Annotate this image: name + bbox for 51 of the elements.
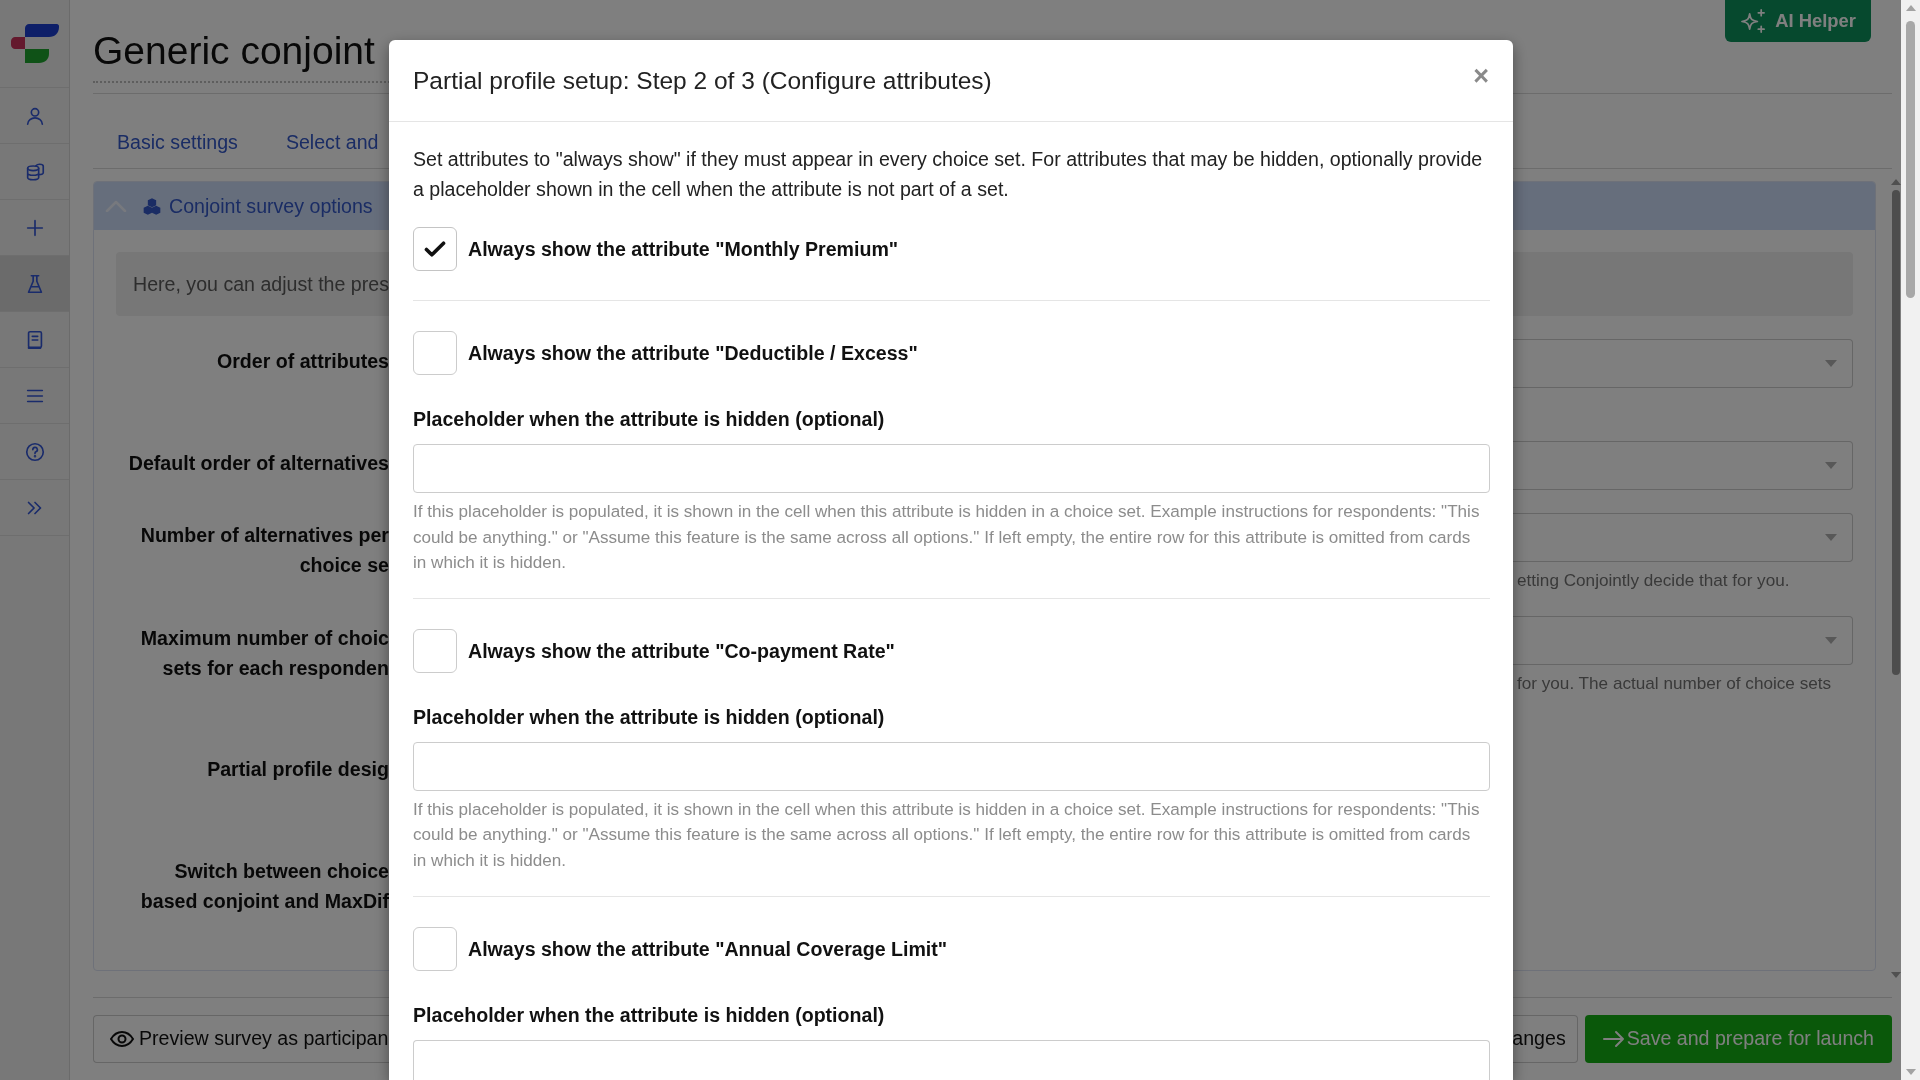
eye-icon (110, 1031, 134, 1047)
placeholder-input[interactable] (413, 444, 1490, 493)
help-text: If this placeholder is populated, it is shown in the cell when this attribute is hidden in a choice set. Example instructions for respondents: "This could be anything." or "Assume this feature is the same across all options." If left empty, the entire row for this attribute is omitted from cards in which it is hidden. (413, 501, 1481, 575)
ai-helper-button[interactable]: AI Helper (1725, 0, 1871, 42)
setting-label: Order of attributes (217, 349, 389, 374)
checkbox[interactable] (413, 227, 457, 271)
dialog-title: Partial profile setup: Step 2 of 3 (Configure attributes) (413, 65, 992, 96)
cubes-icon (142, 196, 162, 216)
checkbox[interactable] (413, 926, 457, 971)
checkbox-label: Always show the attribute "Deductible / Excess" (468, 341, 918, 365)
save-button[interactable]: Save and prepare for launch (1584, 1015, 1892, 1063)
setting-label: Default order of alternatives (128, 451, 389, 476)
checkbox[interactable] (413, 331, 457, 375)
caret-icon (1825, 360, 1837, 367)
select-field[interactable] (1513, 441, 1853, 490)
field-label: Placeholder when the attribute is hidden (optional) (413, 407, 885, 432)
page-scrollbar[interactable] (1901, 0, 1920, 1080)
placeholder-input[interactable] (413, 741, 1490, 791)
help-text: etting Conjointly decide that for you. (1516, 569, 1790, 592)
setting-label: Switch between choice based conjoint and MaxDif (140, 859, 389, 914)
close-button[interactable]: × (1473, 63, 1489, 90)
checkbox[interactable] (413, 628, 457, 673)
dialog-intro: Set attributes to "always show" if they must appear in every choice set. For attributes that may be hidden, optionally provide a placeholder shown in the cell when the attribute is not part of a set. (413, 147, 1484, 202)
tab[interactable]: Basic settings (93, 119, 238, 168)
check-icon (424, 240, 446, 258)
checkbox-label: Always show the attribute "Co-payment Rate" (468, 638, 895, 663)
field-label: Placeholder when the attribute is hidden (optional) (413, 704, 885, 730)
help-text: for you. The actual number of choice sets (1516, 672, 1832, 695)
select-field[interactable] (1513, 513, 1853, 562)
select-field[interactable] (1513, 616, 1853, 665)
page-title: Generic conjoint (93, 28, 375, 74)
setting-label: Number of alternatives per choice se (140, 523, 389, 578)
caret-icon (1825, 534, 1837, 541)
preview-button[interactable]: Preview survey as participan (93, 1015, 389, 1063)
setting-label: Maximum number of choic sets for each responden (140, 626, 389, 681)
caret-icon (1825, 462, 1837, 469)
select-field[interactable] (1513, 339, 1853, 388)
field-label: Placeholder when the attribute is hidden (optional) (413, 1002, 885, 1028)
panel-title: Conjoint survey options (169, 194, 373, 218)
sidebar-item[interactable] (0, 256, 69, 312)
checkbox-label: Always show the attribute "Annual Coverage Limit" (468, 936, 948, 961)
tab[interactable]: Select and (261, 119, 379, 168)
setting-label: Partial profile desig (207, 757, 389, 782)
changes-button[interactable]: anges (1512, 1015, 1578, 1063)
sparkle-icon (1740, 8, 1768, 34)
help-text: If this placeholder is populated, it is shown in the cell when this attribute is hidden in a choice set. Example instructions for respondents: "This could be anything." or "Assume this feature is the same across all options." If left empty, the entire row for this attribute is omitted from cards in which it is hidden. (413, 798, 1481, 872)
arrow-right-icon (1601, 1029, 1626, 1049)
logo-icon (11, 24, 59, 63)
placeholder-input[interactable] (413, 1039, 1490, 1080)
help-icon (23, 440, 46, 463)
caret-icon (1825, 637, 1837, 644)
